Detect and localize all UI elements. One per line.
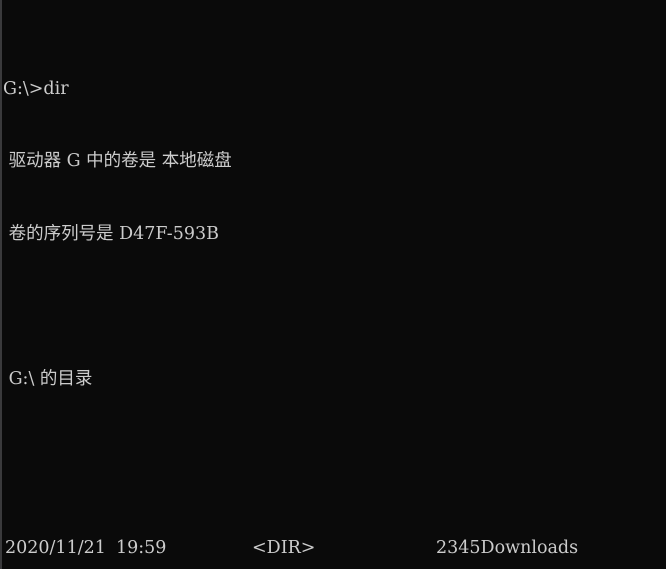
entry-time: 19:59 (116, 538, 167, 559)
volume-serial-line: 卷的序列号是 D47F-593B (3, 223, 219, 244)
directory-of-line: G:\ 的目录 (3, 368, 93, 389)
entry-date: 2020/11/21 (5, 538, 106, 559)
entry-name: 2345Downloads (436, 538, 579, 559)
blank-line-1 (3, 294, 666, 318)
directory-entry-row: 2020/11/21 19:59 <DIR> 2345Downloads (3, 536, 666, 560)
command-prompt-line: G:\>dir (3, 78, 69, 99)
blank-line-2 (3, 440, 666, 464)
console-text-buffer[interactable]: G:\>dir 驱动器 G 中的卷是 本地磁盘 卷的序列号是 D47F-593B… (0, 0, 666, 569)
volume-label-line: 驱动器 G 中的卷是 本地磁盘 (3, 151, 232, 172)
entry-dir-marker: <DIR> (252, 538, 316, 559)
command-prompt-window[interactable]: G:\>dir 驱动器 G 中的卷是 本地磁盘 卷的序列号是 D47F-593B… (0, 0, 666, 569)
